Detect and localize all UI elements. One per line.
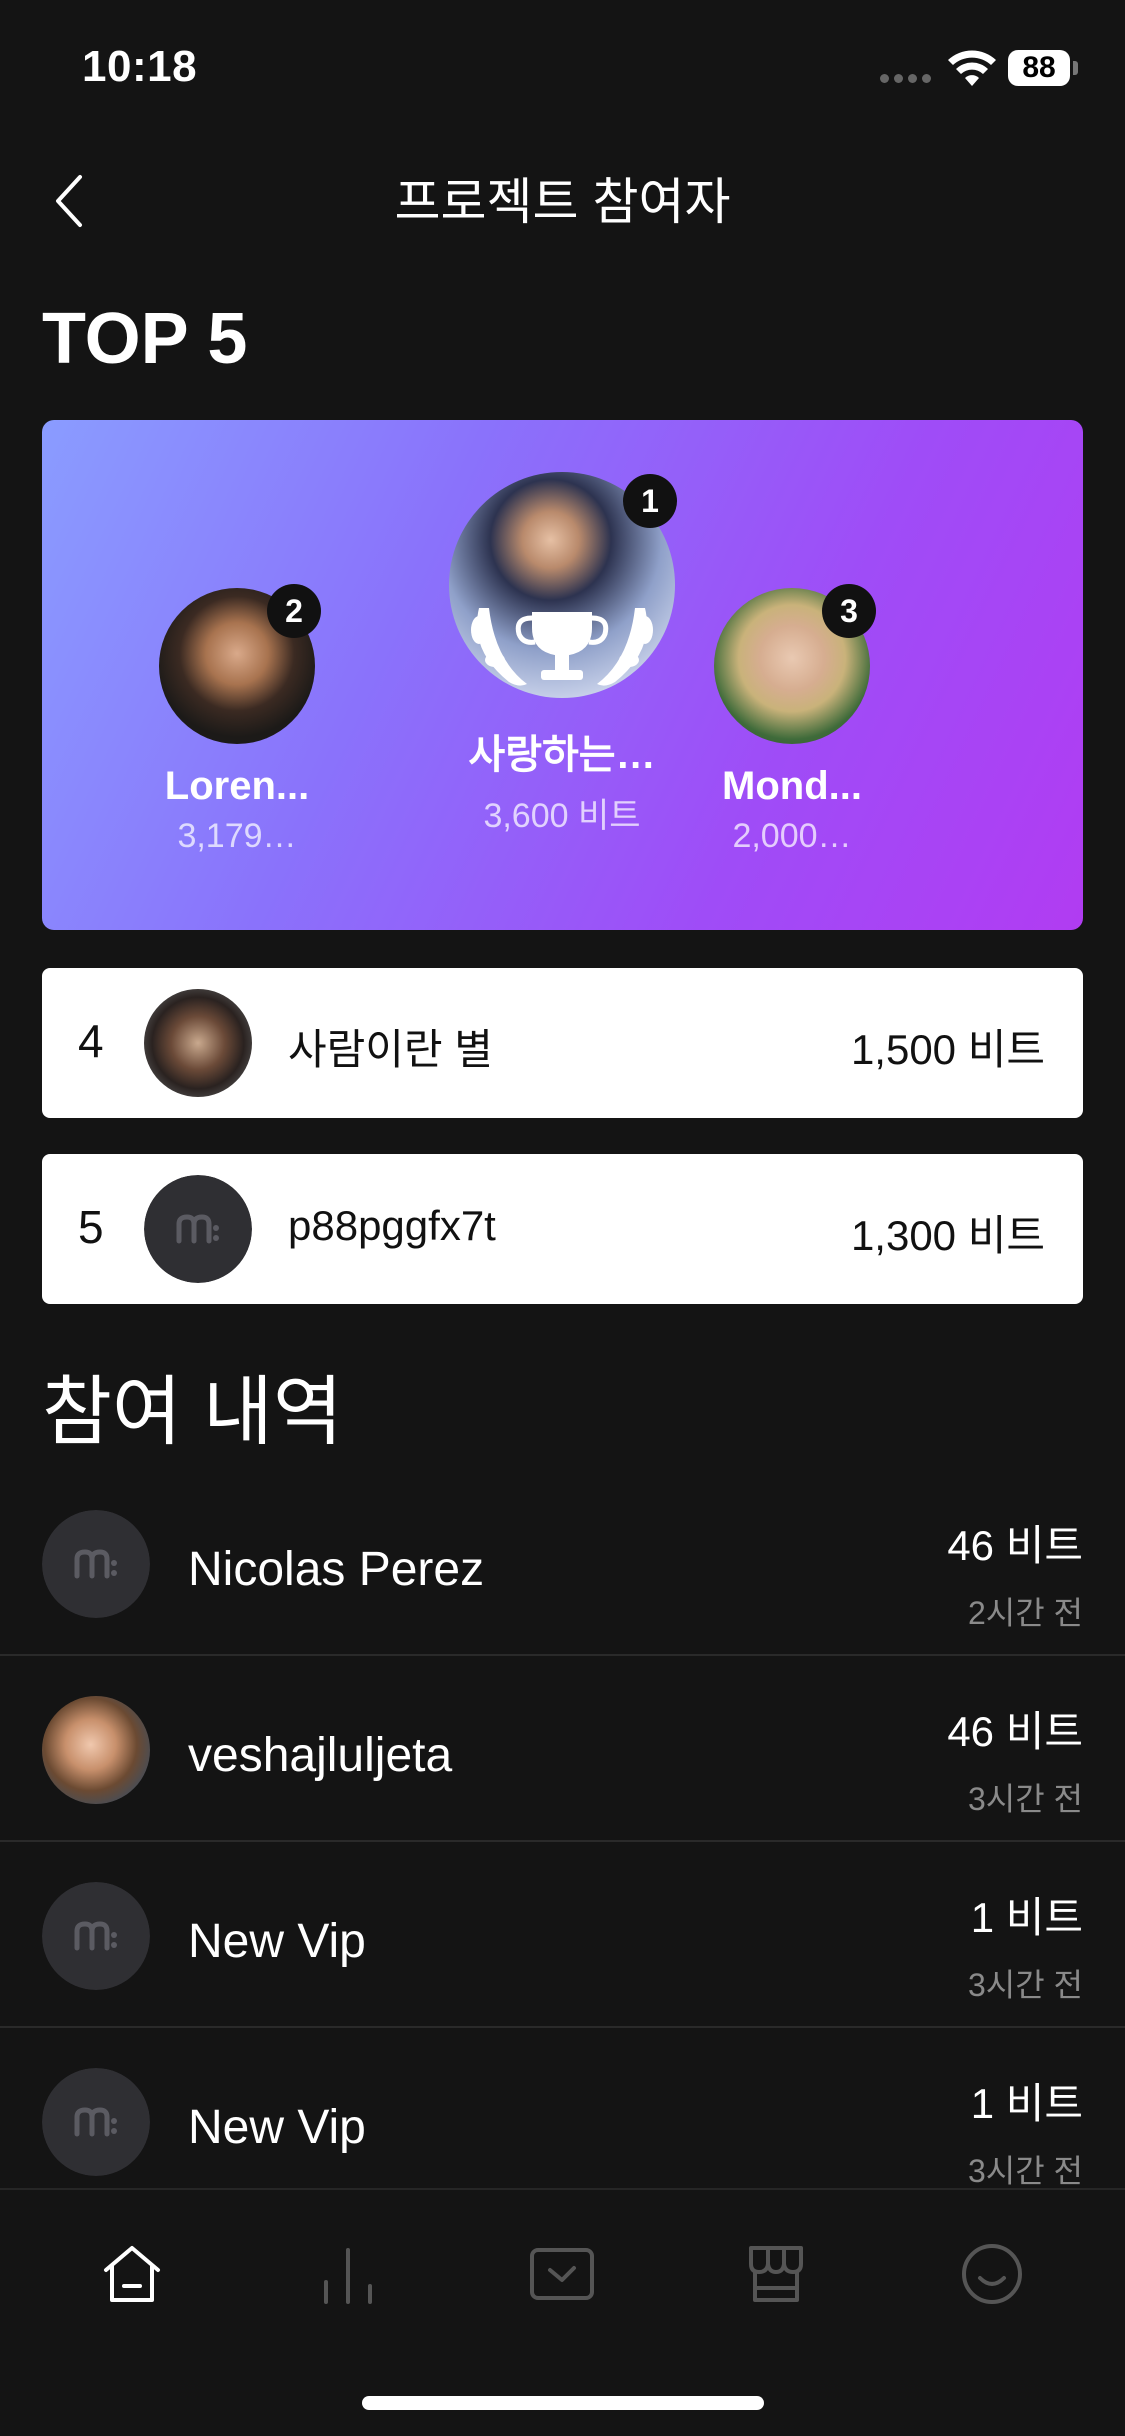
tab-chart[interactable] — [308, 2234, 388, 2314]
history-list: Nicolas Perez 46 비트 2시간 전 veshajluljeta … — [0, 1470, 1125, 2214]
default-avatar-icon — [42, 2068, 150, 2176]
inbox-check-icon — [530, 2248, 594, 2300]
battery-tip — [1073, 61, 1078, 75]
rank-number: 5 — [78, 1201, 104, 1253]
home-indicator — [362, 2396, 764, 2410]
tab-inbox[interactable] — [522, 2234, 602, 2314]
rank-row[interactable]: 5 p88pggfx7t 1,300 비트 — [42, 1154, 1083, 1304]
participant-name: New Vip — [188, 2101, 366, 2154]
avatar — [42, 2068, 150, 2176]
rank-badge: 1 — [623, 474, 677, 528]
default-avatar-icon — [42, 1510, 150, 1618]
participant-bits: 1 비트 — [970, 1894, 1083, 1941]
default-avatar-icon — [144, 1175, 252, 1283]
participant-bits: 1,300 비트 — [850, 1212, 1045, 1259]
avatar — [42, 1696, 150, 1804]
participant-time: 3시간 전 — [967, 1781, 1083, 1817]
cellular-signal-icon — [880, 74, 931, 83]
tab-home[interactable] — [92, 2234, 172, 2314]
smiley-icon — [962, 2244, 1022, 2304]
rank-badge: 3 — [822, 584, 876, 638]
participant-name: 사람이란 별 — [288, 1026, 493, 1073]
store-icon — [749, 2246, 803, 2302]
podium-bits: 3,179… — [177, 817, 297, 855]
podium-entry-1[interactable]: 1 사랑하는… 3,600 비트 — [412, 472, 712, 837]
battery-indicator: 88 — [1008, 50, 1070, 86]
podium-bits: 3,600 비트 — [483, 797, 641, 835]
default-avatar-icon — [42, 1882, 150, 1990]
participant-bits: 1,500 비트 — [850, 1026, 1045, 1073]
status-bar: 10:18 88 — [0, 0, 1125, 130]
top5-title: TOP 5 — [42, 299, 248, 379]
participant-time: 3시간 전 — [967, 1967, 1083, 2003]
participant-name: veshajluljeta — [188, 1729, 453, 1782]
trophy-laurel-icon — [471, 608, 653, 686]
avatar: 3 — [714, 584, 876, 744]
page-title: 프로젝트 참여자 — [394, 174, 731, 230]
rank-badge: 2 — [267, 584, 321, 638]
avatar — [42, 1882, 150, 1990]
participant-bits: 46 비트 — [947, 1708, 1083, 1755]
podium-entry-3[interactable]: 3 Mond... 2,000… — [692, 584, 892, 856]
history-item[interactable]: New Vip 1 비트 3시간 전 — [0, 1842, 1125, 2028]
status-time: 10:18 — [82, 42, 198, 91]
podium-bits: 2,000… — [732, 817, 852, 855]
participant-time: 3시간 전 — [967, 2153, 1083, 2189]
avatar: 2 — [159, 584, 321, 744]
avatar: 1 — [449, 472, 677, 698]
wifi-icon — [948, 50, 996, 86]
history-item[interactable]: veshajluljeta 46 비트 3시간 전 — [0, 1656, 1125, 1842]
rank-row[interactable]: 4 사람이란 별 1,500 비트 — [42, 968, 1083, 1118]
podium-name: 사랑하는… — [468, 733, 656, 777]
participant-name: p88pggfx7t — [288, 1202, 496, 1249]
history-title: 참여 내역 — [42, 1370, 343, 1455]
participant-name: Nicolas Perez — [188, 1543, 485, 1596]
participant-time: 2시간 전 — [967, 1595, 1083, 1631]
history-item[interactable]: New Vip 1 비트 3시간 전 — [0, 2028, 1125, 2214]
rank-number: 4 — [78, 1015, 104, 1067]
top3-podium: 2 Loren... 3,179… 1 사랑하는… 3,600 비트 3 Mon… — [42, 420, 1083, 930]
podium-name: Mond... — [722, 764, 862, 808]
avatar — [144, 1175, 252, 1283]
tab-store[interactable] — [736, 2234, 816, 2314]
participant-bits: 46 비트 — [947, 1522, 1083, 1569]
participant-name: New Vip — [188, 1915, 366, 1968]
podium-entry-2[interactable]: 2 Loren... 3,179… — [137, 584, 337, 856]
tab-profile[interactable] — [952, 2234, 1032, 2314]
podium-name: Loren... — [164, 764, 310, 808]
participant-bits: 1 비트 — [970, 2080, 1083, 2127]
avatar — [42, 1510, 150, 1618]
avatar — [144, 989, 252, 1097]
chart-icon — [324, 2248, 372, 2304]
history-item[interactable]: Nicolas Perez 46 비트 2시간 전 — [0, 1470, 1125, 1656]
home-icon — [104, 2246, 160, 2302]
